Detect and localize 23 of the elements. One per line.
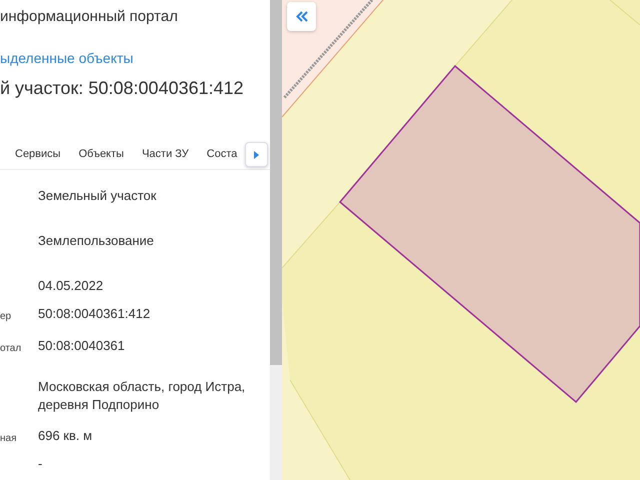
scroll-right-button[interactable] [245, 142, 268, 167]
object-title: й участок: 50:08:0040361:412 [0, 78, 245, 99]
tab[interactable]: Части ЗУ [132, 141, 198, 169]
scrollbar-thumb[interactable] [270, 0, 282, 365]
attribute-value: - [38, 455, 44, 473]
tab[interactable]: Соста [198, 141, 246, 169]
attribute-value: Земельный участок [38, 187, 158, 205]
selected-objects-link[interactable]: ыделенные объекты [0, 50, 134, 66]
double-chevron-left-icon [296, 11, 308, 22]
attribute-label: отал [0, 343, 22, 355]
caret-right-icon [254, 150, 259, 158]
attribute-value: Землепользование [38, 232, 155, 250]
portal-title: информационный портал [0, 7, 179, 27]
attribute-value: 696 кв. м [38, 427, 94, 445]
attribute-value: 50:08:0040361:412 [38, 305, 152, 323]
attribute-label: ер [0, 311, 12, 323]
tab[interactable]: Сервисы [0, 141, 70, 169]
attribute-value: Московская область, город Истра, деревня Подпорино [38, 378, 246, 414]
tab[interactable]: Объекты [70, 141, 133, 169]
attribute-label: ная [0, 433, 18, 445]
attribute-value: 04.05.2022 [38, 277, 104, 295]
collapse-panel-button[interactable] [287, 2, 316, 31]
attribute-value: 50:08:0040361 [38, 337, 126, 355]
